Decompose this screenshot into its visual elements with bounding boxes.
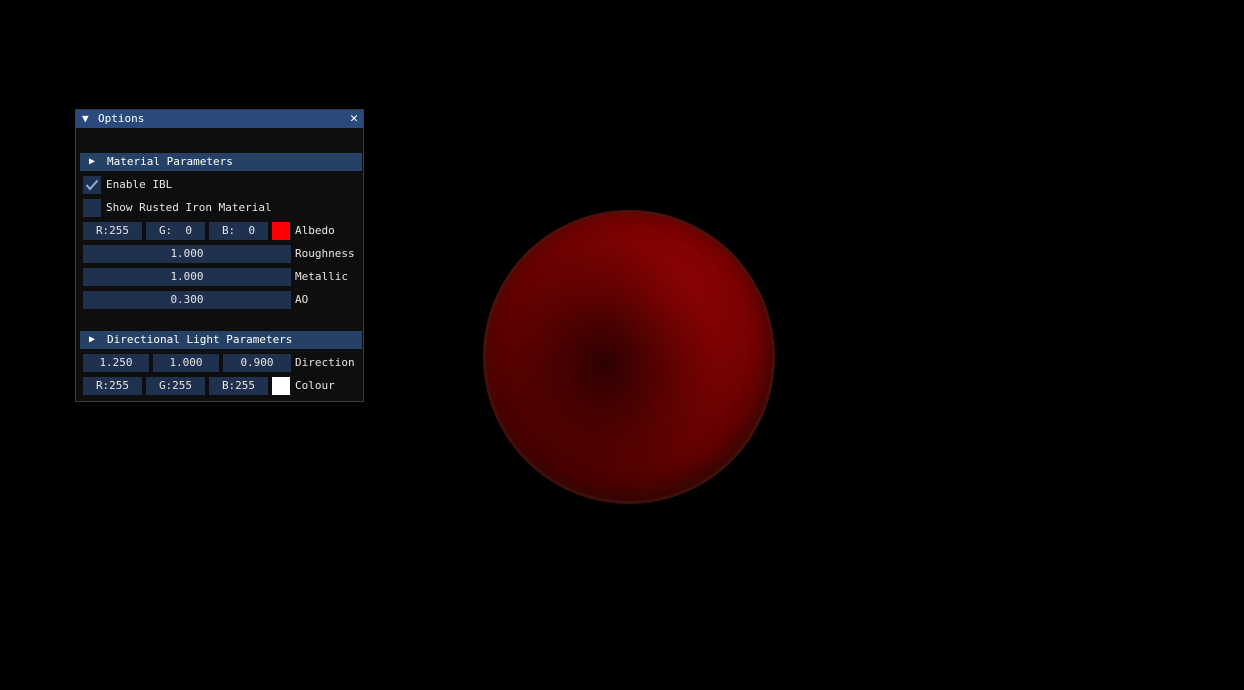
colour-b-field[interactable]: B:255 (209, 377, 268, 395)
albedo-label: Albedo (295, 224, 335, 237)
roughness-slider[interactable]: 1.000 (83, 245, 291, 263)
triangle-right-icon: ▶ (89, 156, 96, 167)
albedo-g-field[interactable]: G: 0 (146, 222, 205, 240)
direction-label: Direction (295, 356, 355, 369)
albedo-b-field[interactable]: B: 0 (209, 222, 268, 240)
metallic-label: Metallic (295, 270, 348, 283)
triangle-down-icon[interactable]: ▼ (82, 111, 89, 127)
material-parameters-header[interactable]: ▶ Material Parameters (80, 153, 362, 171)
metallic-slider[interactable]: 1.000 (83, 268, 291, 286)
direction-x-field[interactable]: 1.250 (83, 354, 149, 372)
direction-y-field[interactable]: 1.000 (153, 354, 219, 372)
enable-ibl-checkbox[interactable] (83, 176, 101, 194)
colour-r-field[interactable]: R:255 (83, 377, 142, 395)
rusted-iron-checkbox[interactable] (83, 199, 101, 217)
options-title-bar[interactable]: ▼ Options ✕ (76, 110, 363, 128)
options-window[interactable]: ▼ Options ✕ ▶ Material Parameters Enable… (75, 109, 364, 402)
colour-label: Colour (295, 379, 335, 392)
ao-label: AO (295, 293, 309, 306)
albedo-r-field[interactable]: R:255 (83, 222, 142, 240)
roughness-label: Roughness (295, 247, 355, 260)
pbr-sphere (483, 210, 775, 504)
material-parameters-label: Material Parameters (107, 155, 233, 168)
rusted-iron-label: Show Rusted Iron Material (106, 201, 272, 214)
direction-z-field[interactable]: 0.900 (223, 354, 291, 372)
checkmark-icon (85, 179, 99, 191)
albedo-color-swatch[interactable] (272, 222, 290, 240)
ao-slider[interactable]: 0.300 (83, 291, 291, 309)
colour-g-field[interactable]: G:255 (146, 377, 205, 395)
colour-color-swatch[interactable] (272, 377, 290, 395)
window-title: Options (98, 112, 145, 125)
enable-ibl-label: Enable IBL (106, 178, 173, 191)
directional-light-header[interactable]: ▶ Directional Light Parameters (80, 331, 362, 349)
triangle-right-icon: ▶ (89, 334, 96, 345)
directional-light-label: Directional Light Parameters (107, 333, 293, 346)
close-icon[interactable]: ✕ (350, 110, 358, 127)
